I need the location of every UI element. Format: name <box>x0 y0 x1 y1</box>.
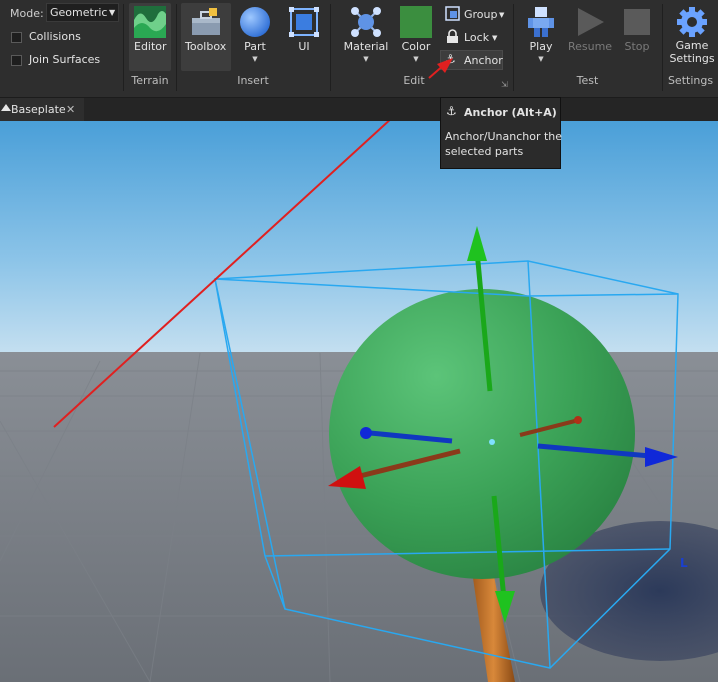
part-label: Part <box>244 40 266 53</box>
group-edit-label: Edit <box>403 74 425 87</box>
chevron-down-icon: ▼ <box>363 55 369 63</box>
collisions-label: Collisions <box>29 30 81 43</box>
document-tab-bar: Baseplate ✕ <box>0 97 718 122</box>
game-settings-label-line2: Settings <box>669 52 715 65</box>
material-button[interactable]: Material ▼ <box>342 6 390 63</box>
chevron-down-icon: ▼ <box>252 55 258 63</box>
join-surfaces-label: Join Surfaces <box>29 53 101 66</box>
lock-label: Lock <box>464 31 490 44</box>
stop-icon <box>624 9 650 35</box>
mode-dropdown[interactable]: Geometric ▼ <box>46 3 119 22</box>
terrain-editor-icon <box>134 6 166 38</box>
material-label: Material <box>343 40 389 53</box>
part-button[interactable]: Part ▼ <box>236 6 274 63</box>
sphere-part-icon <box>240 7 270 37</box>
stop-label: Stop <box>624 40 650 53</box>
play-avatar-icon <box>528 7 554 37</box>
group-icon <box>445 6 460 21</box>
group-label: Group <box>464 8 498 21</box>
resume-label: Resume <box>567 40 613 53</box>
group-test-label: Test <box>576 74 599 87</box>
stop-button[interactable]: Stop <box>620 6 654 53</box>
tab-baseplate-label: Baseplate <box>11 103 66 116</box>
play-label: Play <box>529 40 553 53</box>
group-insert-label: Insert <box>237 74 269 87</box>
tooltip-title: Anchor (Alt+A) <box>464 106 557 119</box>
chevron-down-icon: ▼ <box>413 55 419 63</box>
resume-icon <box>578 8 604 36</box>
editor-button[interactable]: Editor <box>129 3 171 71</box>
ui-frame-icon <box>289 7 319 37</box>
ui-button[interactable]: UI <box>287 6 321 53</box>
gear-icon <box>677 7 707 37</box>
mode-value: Geometric <box>50 6 108 19</box>
mode-label: Mode: <box>10 7 44 20</box>
ribbon-toolbar: Mode: Geometric ▼ Collisions Join Surfac… <box>0 0 718 97</box>
toolbox-button[interactable]: Toolbox <box>181 3 231 71</box>
expand-group-icon[interactable]: ⇲ <box>501 78 508 91</box>
lock-button[interactable]: Lock ▼ <box>443 28 509 46</box>
toolbox-icon <box>192 8 220 35</box>
game-settings-button[interactable]: Game Settings <box>667 6 717 65</box>
sky <box>0 121 718 353</box>
toolbox-label: Toolbox <box>185 40 227 53</box>
color-swatch-icon <box>400 6 432 38</box>
resume-button[interactable]: Resume <box>568 6 612 53</box>
join-surfaces-checkbox[interactable] <box>11 55 22 66</box>
corner-marker: L <box>680 556 688 570</box>
viewport-scene: L <box>0 121 718 682</box>
ui-label: UI <box>298 40 310 53</box>
chevron-down-icon: ▼ <box>499 11 505 19</box>
collisions-checkbox[interactable] <box>11 32 22 43</box>
chevron-down-icon: ▼ <box>538 55 544 63</box>
tooltip-description-line2: selected parts <box>445 145 524 158</box>
tooltip-description-line1: Anchor/Unanchor the <box>445 130 563 143</box>
z-back-arrow-icon <box>360 427 372 439</box>
game-settings-label-line1: Game <box>675 39 709 52</box>
3d-viewport[interactable]: L <box>0 121 718 682</box>
pivot-point <box>489 439 495 445</box>
anchor-icon: ⚓ <box>446 104 457 118</box>
place-icon <box>1 104 11 111</box>
lock-icon <box>447 29 458 43</box>
chevron-down-icon: ▼ <box>492 34 498 42</box>
group-settings-label: Settings <box>667 74 714 87</box>
group-terrain-label: Terrain <box>131 74 169 87</box>
play-button[interactable]: Play ▼ <box>522 6 560 63</box>
editor-label: Editor <box>134 40 167 53</box>
chevron-down-icon: ▼ <box>109 8 116 17</box>
close-icon[interactable]: ✕ <box>66 103 75 116</box>
annotation-arrowhead-icon <box>428 58 453 79</box>
group-button[interactable]: Group ▼ <box>443 5 509 23</box>
anchor-label: Anchor <box>464 54 503 67</box>
tab-baseplate[interactable]: Baseplate ✕ <box>0 98 84 122</box>
material-icon <box>351 7 381 37</box>
anchor-tooltip: ⚓ Anchor (Alt+A) Anchor/Unanchor the sel… <box>440 97 563 169</box>
x-back-arrow-icon <box>574 416 582 424</box>
